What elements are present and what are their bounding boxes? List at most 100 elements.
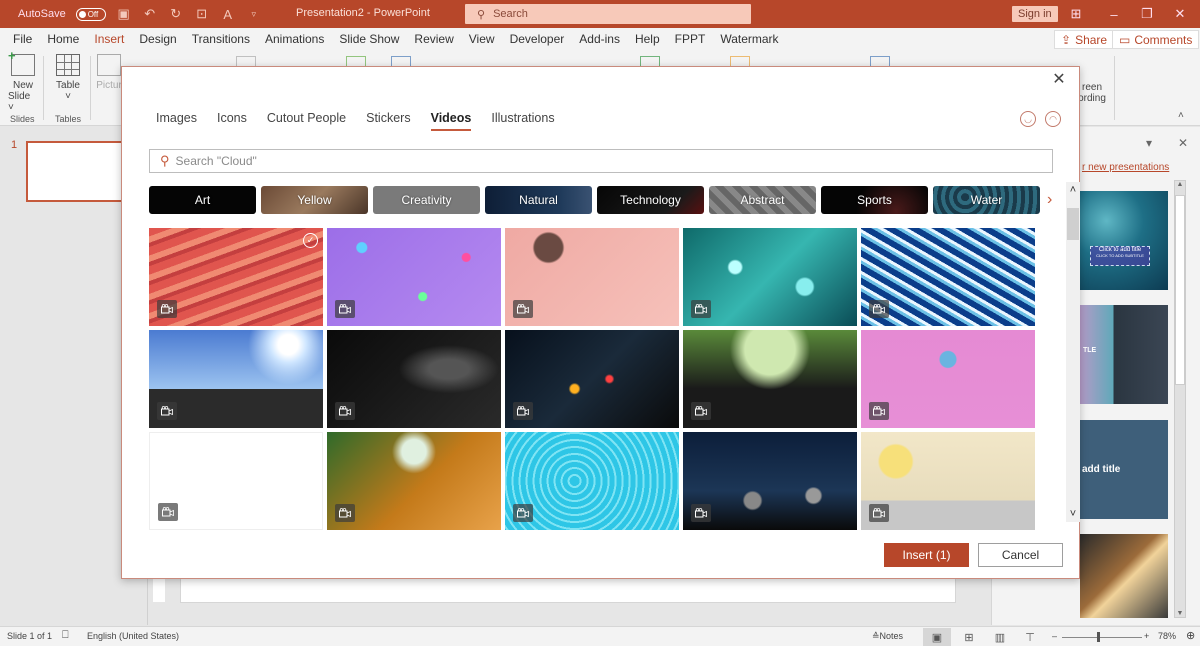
new-slide-button[interactable]: + New Slide ˅ Slides — [8, 48, 38, 124]
scroll-down-icon[interactable]: ▼ — [1175, 610, 1185, 617]
stock-search-input[interactable] — [175, 154, 1052, 168]
category-sports[interactable]: Sports — [821, 186, 928, 214]
video-tile[interactable] — [149, 330, 323, 428]
slide-thumbnail[interactable] — [26, 141, 126, 202]
designer-link[interactable]: r new presentations — [1082, 162, 1169, 173]
grid-scrollbar[interactable]: ˄ ˅ — [1066, 182, 1080, 522]
category-abstract[interactable]: Abstract — [709, 186, 816, 214]
language[interactable]: English (United States) — [87, 631, 179, 641]
sign-in-button[interactable]: Sign in — [1012, 6, 1058, 22]
zoom-level[interactable]: 78% — [1158, 631, 1176, 641]
scroll-thumb[interactable] — [1067, 208, 1079, 240]
collapse-ribbon-icon[interactable]: ˄ — [1178, 110, 1184, 121]
customize-qat-icon[interactable]: ▿ — [246, 6, 262, 22]
slide-canvas[interactable] — [180, 578, 956, 603]
accessibility-icon[interactable]: ⎕ — [62, 629, 69, 642]
autosave-toggle[interactable]: Off — [75, 7, 106, 21]
scroll-up-icon[interactable]: ▲ — [1175, 181, 1185, 188]
slide-sorter-icon[interactable]: ⊞ — [955, 628, 983, 646]
video-tile[interactable] — [505, 330, 679, 428]
reading-view-icon[interactable]: ▥ — [986, 628, 1014, 646]
tab-videos[interactable]: Videos — [430, 111, 471, 131]
video-tile[interactable] — [327, 228, 501, 326]
tab-images[interactable]: Images — [156, 111, 197, 131]
cancel-button[interactable]: Cancel — [978, 543, 1063, 567]
smile-feedback-icon[interactable]: ◡ — [1020, 111, 1036, 127]
ribbon-tab-developer[interactable]: Developer — [510, 29, 565, 49]
ribbon-tab-slide-show[interactable]: Slide Show — [339, 29, 399, 49]
undo-icon[interactable]: ↶ — [142, 6, 158, 22]
insert-button[interactable]: Insert (1) — [884, 543, 969, 567]
ribbon-tab-file[interactable]: File — [13, 29, 32, 49]
video-tile[interactable] — [683, 330, 857, 428]
comments-button[interactable]: ▭ Comments — [1112, 30, 1200, 49]
designer-options-icon[interactable]: ▾ — [1146, 136, 1152, 150]
table-button[interactable]: Table ˅ Tables — [55, 54, 81, 124]
category-creativity[interactable]: Creativity — [373, 186, 480, 214]
ribbon-tab-fppt[interactable]: FPPT — [675, 29, 706, 49]
slideshow-view-icon[interactable]: ⊤ — [1016, 628, 1044, 646]
video-tile[interactable] — [327, 330, 501, 428]
ribbon-tab-review[interactable]: Review — [414, 29, 453, 49]
design-idea-4[interactable] — [1080, 534, 1168, 618]
video-tile[interactable] — [149, 432, 323, 530]
ribbon-tab-insert[interactable]: Insert — [94, 29, 125, 52]
tab-cutout-people[interactable]: Cutout People — [267, 111, 346, 131]
designer-close-icon[interactable]: ✕ — [1178, 136, 1188, 150]
video-tile[interactable] — [505, 432, 679, 530]
dialog-close-icon[interactable]: ✕ — [1051, 71, 1067, 88]
ribbon-tab-transitions[interactable]: Transitions — [192, 29, 250, 49]
ribbon-display-icon[interactable]: ⊞ — [1066, 5, 1086, 23]
ribbon-tab-animations[interactable]: Animations — [265, 29, 324, 49]
title-search-box[interactable]: ⚲ Search — [465, 4, 751, 24]
notes-button[interactable]: ≙Notes — [872, 631, 903, 642]
redo-icon[interactable]: ↻ — [168, 6, 184, 22]
category-water[interactable]: Water — [933, 186, 1040, 214]
category-art[interactable]: Art — [149, 186, 256, 214]
ribbon-tab-design[interactable]: Design — [139, 29, 176, 49]
zoom-slider-track[interactable] — [1062, 637, 1142, 638]
selected-check-icon[interactable]: ✓ — [303, 233, 318, 248]
video-tile[interactable] — [505, 228, 679, 326]
font-color-icon[interactable]: A — [220, 6, 236, 22]
video-tile[interactable] — [327, 432, 501, 530]
video-tile[interactable] — [683, 432, 857, 530]
restore-icon[interactable]: ❐ — [1137, 5, 1157, 23]
close-window-icon[interactable]: ✕ — [1170, 5, 1190, 23]
scroll-thumb[interactable] — [1175, 195, 1185, 385]
video-tile[interactable] — [861, 432, 1035, 530]
video-tile[interactable] — [861, 228, 1035, 326]
video-tile[interactable]: ✓ — [149, 228, 323, 326]
category-yellow[interactable]: Yellow — [261, 186, 368, 214]
category-natural[interactable]: Natural — [485, 186, 592, 214]
minimize-icon[interactable]: – — [1104, 5, 1124, 23]
scroll-down-icon[interactable]: ˅ — [1066, 508, 1080, 520]
ribbon-tab-home[interactable]: Home — [47, 29, 79, 49]
ribbon-tab-help[interactable]: Help — [635, 29, 660, 49]
zoom-out-button[interactable]: – — [1052, 631, 1057, 641]
tab-stickers[interactable]: Stickers — [366, 111, 410, 131]
design-idea-3[interactable]: add title — [1080, 420, 1168, 519]
tab-illustrations[interactable]: Illustrations — [491, 111, 554, 131]
category-technology[interactable]: Technology — [597, 186, 704, 214]
normal-view-icon[interactable]: ▣ — [923, 628, 951, 646]
present-icon[interactable]: ⊡ — [194, 6, 210, 22]
categories-next-icon[interactable]: › — [1047, 191, 1052, 209]
designer-scrollbar[interactable]: ▲ ▼ — [1174, 180, 1186, 618]
video-tile[interactable] — [683, 228, 857, 326]
zoom-slider-thumb[interactable] — [1097, 632, 1100, 642]
scroll-up-icon[interactable]: ˄ — [1066, 184, 1080, 196]
stock-search-box[interactable]: ⚲ — [149, 149, 1053, 173]
fit-slide-icon[interactable]: ⊕ — [1186, 629, 1195, 642]
video-tile[interactable] — [861, 330, 1035, 428]
ribbon-tab-watermark[interactable]: Watermark — [720, 29, 778, 49]
ribbon-tab-view[interactable]: View — [469, 29, 495, 49]
save-icon[interactable]: ▣ — [116, 6, 132, 22]
pictures-button[interactable]: Pictur — [96, 54, 122, 91]
ribbon-tab-add-ins[interactable]: Add-ins — [579, 29, 620, 49]
zoom-in-button[interactable]: + — [1144, 631, 1149, 641]
design-idea-2[interactable]: TLE — [1080, 305, 1168, 404]
frown-feedback-icon[interactable]: ◠ — [1045, 111, 1061, 127]
tab-icons[interactable]: Icons — [217, 111, 247, 131]
design-idea-1[interactable]: Click to add title CLICK TO ADD SUBTITLE — [1080, 191, 1168, 290]
